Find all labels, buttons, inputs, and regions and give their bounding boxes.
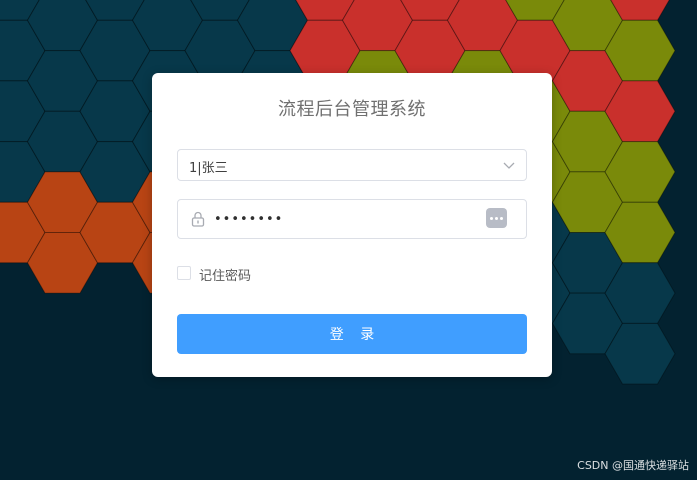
login-card: 流程后台管理系统 1|张三 记住密码 登 录 [152,73,552,377]
watermark: CSDN @国通快递驿站 [577,459,689,472]
account-select[interactable]: 1|张三 [177,149,527,181]
account-select-value: 1|张三 [189,161,228,176]
page-title: 流程后台管理系统 [278,99,426,120]
chevron-down-icon [503,162,515,169]
remember-password-label: 记住密码 [199,269,252,284]
password-input[interactable] [214,208,474,230]
login-button[interactable]: 登 录 [177,314,527,354]
remember-password-checkbox[interactable] [177,266,191,280]
password-reveal-icon[interactable] [486,208,507,228]
password-field [177,199,527,239]
lock-icon [191,211,205,227]
